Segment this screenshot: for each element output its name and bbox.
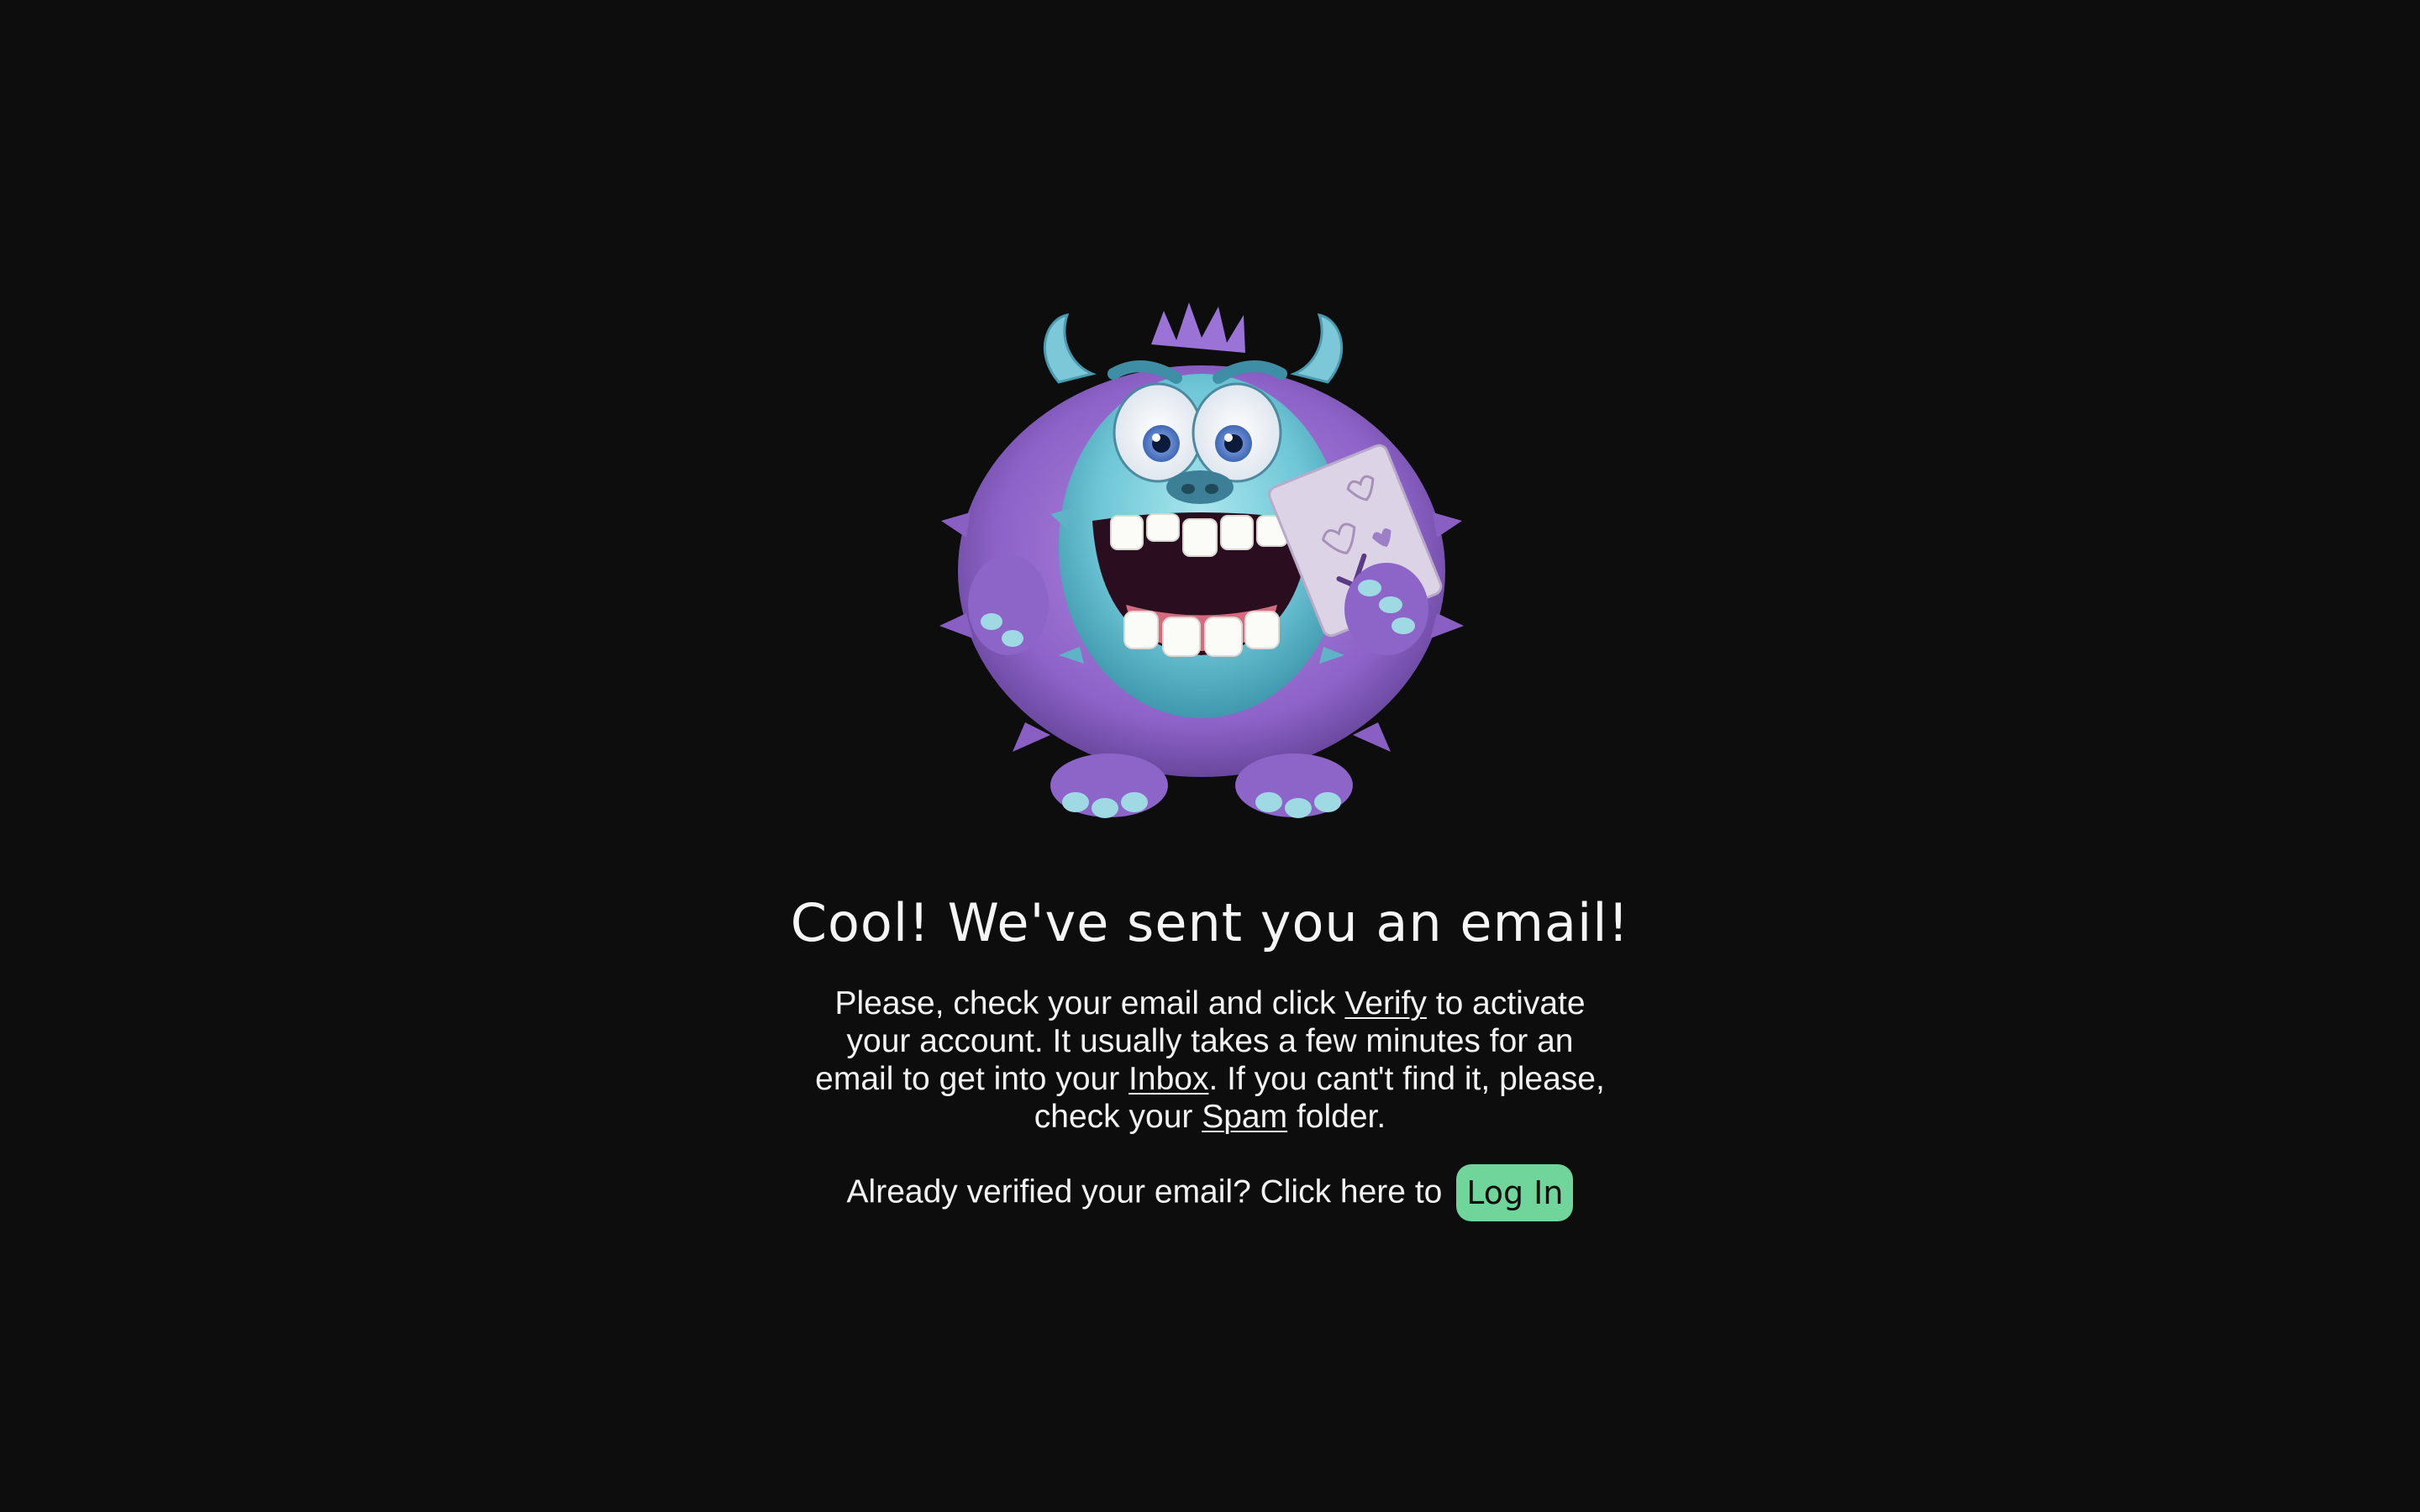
login-prompt-row: Already verified your email? Click here … (0, 1163, 2420, 1221)
instructions-text-1: Please, check your email and click (834, 985, 1345, 1021)
instructions-text-4: folder. (1287, 1099, 1386, 1135)
page-heading: Cool! We've sent you an email! (790, 892, 1630, 953)
instructions-paragraph: Please, check your email and click Verif… (807, 984, 1613, 1136)
monster-mascot-illustration (939, 302, 1464, 818)
spam-link: Spam (1202, 1099, 1288, 1135)
login-prompt-text: Already verified your email? Click here … (846, 1173, 1443, 1210)
inbox-link: Inbox (1128, 1061, 1209, 1097)
email-confirmation-page: Cool! We've sent you an email! Please, c… (0, 0, 2420, 1512)
verify-link: Verify (1344, 985, 1427, 1021)
login-button[interactable]: Log In (1456, 1163, 1574, 1221)
